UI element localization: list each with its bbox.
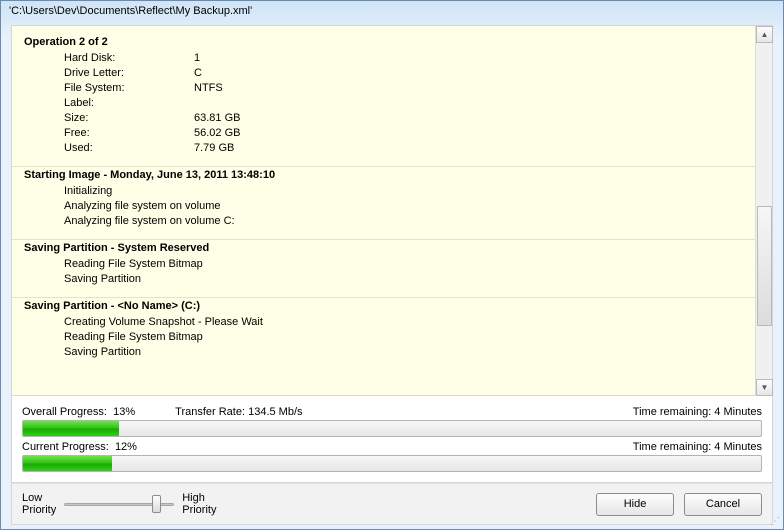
kv-key: Hard Disk: [64,51,194,66]
resize-grip-icon[interactable]: ⋰ [770,516,782,528]
low-priority-label: Low Priority [22,492,56,516]
starting-section: Starting Image - Monday, June 13, 2011 1… [12,167,755,240]
scroll-thumb[interactable] [757,206,772,326]
log-scrollbar[interactable]: ▲ ▼ [755,26,772,396]
log-step: Analyzing file system on volume [24,199,743,214]
progress-area: Overall Progress: 13% Transfer Rate: 134… [12,396,772,482]
log-step: Analyzing file system on volume C: [24,214,743,229]
log-step: Saving Partition [24,345,743,360]
scroll-down-icon[interactable]: ▼ [756,379,773,396]
kv-key: Free: [64,126,194,141]
operation-section: Operation 2 of 2 Hard Disk:1 Drive Lette… [12,34,755,167]
kv-row: Used:7.79 GB [24,141,743,156]
backup-progress-window: 'C:\Users\Dev\Documents\Reflect\My Backu… [0,0,784,530]
log-step: Saving Partition [24,272,743,287]
overall-labels: Overall Progress: 13% Transfer Rate: 134… [22,406,762,418]
kv-key: Size: [64,111,194,126]
kv-val: 7.79 GB [194,141,234,156]
log-panel: Operation 2 of 2 Hard Disk:1 Drive Lette… [12,26,755,396]
log-step: Initializing [24,184,743,199]
kv-row: File System:NTFS [24,81,743,96]
saving-section-2: Saving Partition - <No Name> (C:) Creati… [12,298,755,370]
overall-progress-fill [23,421,119,436]
starting-heading: Starting Image - Monday, June 13, 2011 1… [24,169,743,181]
operation-heading: Operation 2 of 2 [24,36,743,48]
kv-row: Hard Disk:1 [24,51,743,66]
scroll-up-icon[interactable]: ▲ [756,26,773,43]
log-wrap: Operation 2 of 2 Hard Disk:1 Drive Lette… [12,26,772,396]
current-progress-bar [22,455,762,472]
content-pane: Operation 2 of 2 Hard Disk:1 Drive Lette… [11,25,773,483]
log-step: Reading File System Bitmap [24,330,743,345]
kv-val: NTFS [194,81,223,96]
window-title: 'C:\Users\Dev\Documents\Reflect\My Backu… [1,1,783,25]
kv-key: Used: [64,141,194,156]
kv-key: Label: [64,96,194,111]
kv-row: Drive Letter:C [24,66,743,81]
current-progress-pct: 12% [115,441,137,453]
overall-progress-pct: 13% [113,406,135,418]
hide-button[interactable]: Hide [596,493,674,516]
kv-val: C [194,66,202,81]
saving-section-1: Saving Partition - System Reserved Readi… [12,240,755,298]
transfer-rate: Transfer Rate: 134.5 Mb/s [175,406,302,418]
current-time-remaining: Time remaining: 4 Minutes [633,441,762,453]
log-step: Creating Volume Snapshot - Please Wait [24,315,743,330]
cancel-button[interactable]: Cancel [684,493,762,516]
saving1-heading: Saving Partition - System Reserved [24,242,743,254]
kv-row: Label: [24,96,743,111]
current-labels: Current Progress: 12% Time remaining: 4 … [22,441,762,453]
bottom-bar: Low Priority High Priority Hide Cancel [11,483,773,525]
kv-val: 63.81 GB [194,111,240,126]
saving2-heading: Saving Partition - <No Name> (C:) [24,300,743,312]
overall-progress-label: Overall Progress: [22,406,107,418]
kv-row: Free:56.02 GB [24,126,743,141]
kv-key: Drive Letter: [64,66,194,81]
kv-val: 56.02 GB [194,126,240,141]
current-progress-label: Current Progress: [22,441,109,453]
high-priority-label: High Priority [182,492,216,516]
current-progress-fill [23,456,112,471]
log-step: Reading File System Bitmap [24,257,743,272]
slider-thumb[interactable] [152,495,161,513]
priority-slider[interactable] [64,493,174,515]
kv-row: Size:63.81 GB [24,111,743,126]
kv-val: 1 [194,51,200,66]
overall-time-remaining: Time remaining: 4 Minutes [633,406,762,418]
overall-progress-bar [22,420,762,437]
kv-key: File System: [64,81,194,96]
